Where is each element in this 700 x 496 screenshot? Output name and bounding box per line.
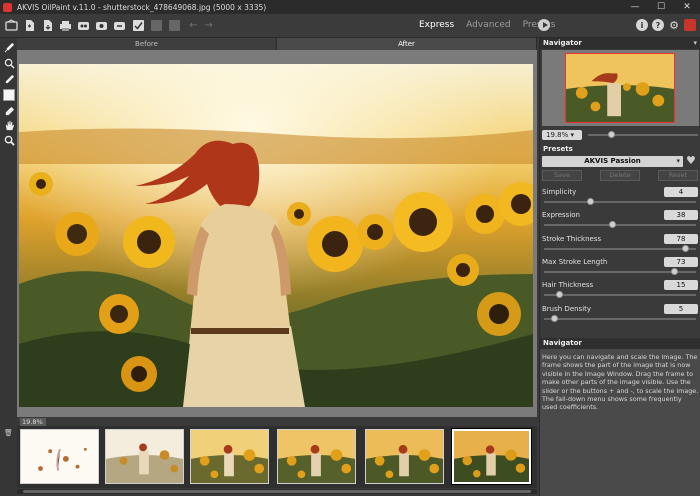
- zoom-slider-knob[interactable]: [608, 131, 615, 138]
- mode-switch: Express Advanced Presets: [419, 20, 555, 30]
- zoom-icon[interactable]: [3, 134, 15, 146]
- mode-express[interactable]: Express: [419, 20, 454, 30]
- minimize-button[interactable]: —: [622, 0, 648, 14]
- print-icon[interactable]: [58, 18, 73, 33]
- close-button[interactable]: ✕: [674, 0, 700, 14]
- image-window[interactable]: [17, 50, 537, 417]
- settings-panel: Navigator ▾ 19.8% ▾ Presets AKVIS Passio…: [539, 38, 700, 496]
- param-value-field[interactable]: 5: [664, 303, 698, 314]
- app-window: AKVIS OilPaint v.11.0 - shutterstock_478…: [0, 0, 700, 496]
- param-slider-knob[interactable]: [681, 244, 689, 252]
- navigator-header[interactable]: Navigator ▾: [540, 38, 700, 49]
- gift-icon[interactable]: [684, 19, 696, 31]
- help-title: Navigator: [543, 339, 582, 347]
- reset-preset-button[interactable]: Reset: [658, 170, 698, 181]
- param-value-field[interactable]: 38: [664, 210, 698, 221]
- tab-after[interactable]: After: [277, 38, 537, 50]
- open-icon[interactable]: [22, 18, 37, 33]
- param-label: Stroke Thickness: [542, 234, 602, 243]
- stage-thumbnail[interactable]: [277, 429, 356, 484]
- home-icon[interactable]: [4, 18, 19, 33]
- param-slider[interactable]: [544, 317, 696, 320]
- filmstrip-scrollbar[interactable]: [17, 489, 537, 494]
- param-value-field[interactable]: 15: [664, 280, 698, 291]
- help-text: Here you can navigate and scale the imag…: [542, 353, 699, 412]
- swatch-icon[interactable]: [3, 89, 15, 101]
- preview-filmstrip: [17, 426, 537, 488]
- stage-thumbnail[interactable]: [190, 429, 269, 484]
- run-button[interactable]: [538, 19, 550, 31]
- navigator-preview[interactable]: [542, 50, 699, 126]
- batch-icon[interactable]: [76, 18, 91, 33]
- title-bar: AKVIS OilPaint v.11.0 - shutterstock_478…: [0, 0, 700, 14]
- zoom-indicator: 19.8%: [20, 418, 46, 426]
- favorite-heart-icon[interactable]: ♥: [686, 155, 696, 166]
- share-icon[interactable]: [149, 18, 164, 33]
- hand-icon[interactable]: [3, 119, 15, 131]
- param-slider-knob[interactable]: [551, 314, 559, 322]
- gear-icon[interactable]: ⚙: [668, 19, 680, 32]
- navigator-frame[interactable]: [565, 53, 675, 123]
- param-slider-knob[interactable]: [555, 291, 563, 299]
- param-label: Max Stroke Length: [542, 257, 608, 266]
- apply-icon[interactable]: [131, 18, 146, 33]
- param-label: Simplicity: [542, 188, 577, 196]
- window-title: AKVIS OilPaint v.11.0 - shutterstock_478…: [17, 2, 267, 12]
- eraser-icon[interactable]: [3, 105, 15, 117]
- zoom-slider[interactable]: [588, 134, 698, 136]
- tab-before[interactable]: Before: [17, 38, 277, 50]
- preset-dropdown[interactable]: AKVIS Passion: [542, 156, 683, 167]
- param-slider[interactable]: [544, 201, 696, 203]
- brush-icon[interactable]: [3, 41, 15, 53]
- mode-advanced[interactable]: Advanced: [466, 20, 510, 30]
- param-slider[interactable]: [544, 247, 696, 250]
- param-slider-knob[interactable]: [586, 198, 594, 205]
- info-icon[interactable]: i: [636, 19, 648, 31]
- save-preset-button[interactable]: Save: [542, 170, 582, 181]
- param-slider-knob[interactable]: [671, 267, 679, 275]
- zoom-dropdown[interactable]: 19.8% ▾: [542, 130, 582, 140]
- help-header: Navigator: [540, 338, 700, 349]
- main-toolbar: ← → Express Advanced Presets i ? ⚙: [0, 14, 700, 38]
- stage-thumbnail[interactable]: [365, 429, 444, 484]
- param-label: Hair Thickness: [542, 281, 594, 290]
- maximize-button[interactable]: ☐: [648, 0, 674, 14]
- painted-image: [19, 64, 533, 407]
- stage-thumbnail[interactable]: [20, 429, 99, 484]
- help-icon[interactable]: ?: [652, 19, 664, 31]
- delete-preset-button[interactable]: Delete: [600, 170, 640, 181]
- undo-icon[interactable]: ←: [186, 18, 201, 33]
- param-slider-knob[interactable]: [609, 221, 617, 229]
- param-slider[interactable]: [544, 224, 696, 227]
- param-value-field[interactable]: 73: [664, 256, 698, 267]
- view-tabs: Before After: [17, 38, 537, 50]
- presets-header: Presets: [540, 144, 700, 155]
- window-controls: — ☐ ✕: [622, 0, 700, 14]
- trash-icon[interactable]: 🗑: [4, 429, 13, 437]
- zoom-value: 19.8%: [546, 131, 569, 139]
- help-panel: Navigator Here you can navigate and scal…: [540, 338, 700, 496]
- param-slider[interactable]: [544, 294, 696, 297]
- stage-thumbnail-selected[interactable]: [452, 429, 531, 484]
- param-value-field[interactable]: 4: [664, 187, 698, 197]
- plugin-icon[interactable]: [94, 18, 109, 33]
- navigator-title: Navigator: [543, 39, 582, 47]
- settings-icon[interactable]: [112, 18, 127, 33]
- save-icon[interactable]: [40, 18, 55, 33]
- history-brush-icon[interactable]: [3, 57, 15, 69]
- redo-icon[interactable]: →: [201, 18, 216, 33]
- collapse-icon[interactable]: ▾: [693, 38, 697, 49]
- color-pick-icon[interactable]: [3, 73, 15, 85]
- app-logo-icon: [3, 2, 12, 12]
- param-label: Brush Density: [542, 304, 592, 313]
- param-value-field[interactable]: 78: [664, 233, 698, 244]
- param-label: Expression: [542, 211, 580, 220]
- export-icon[interactable]: [167, 18, 182, 33]
- stage-thumbnail[interactable]: [105, 429, 184, 484]
- tool-palette: 🗑: [0, 38, 17, 496]
- presets-title: Presets: [543, 145, 573, 153]
